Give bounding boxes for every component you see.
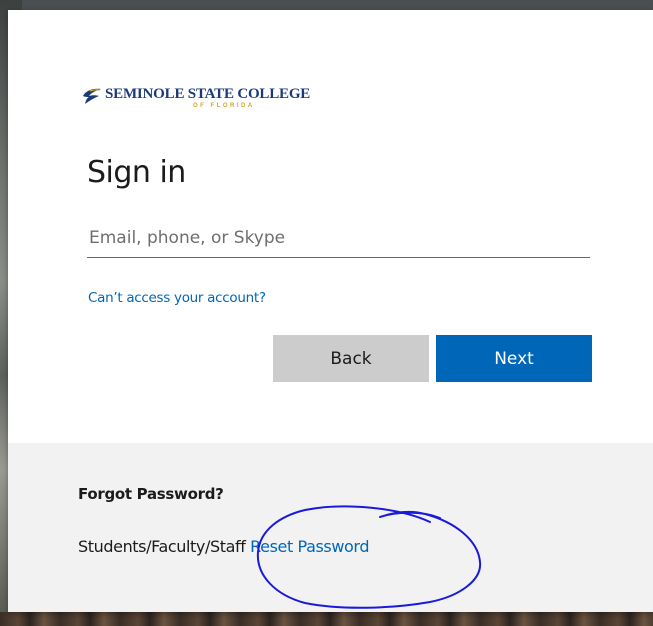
background-top-strip (0, 0, 653, 10)
college-logo: SEMINOLE STATE COLLEGE OF FLORIDA (82, 86, 310, 110)
back-button[interactable]: Back (273, 335, 429, 382)
page-title: Sign in (87, 155, 186, 190)
cant-access-account-link[interactable]: Can’t access your account? (88, 290, 266, 306)
background-bottom-strip (0, 612, 653, 626)
reset-password-line: Students/Faculty/Staff Reset Password (78, 537, 369, 556)
college-subname: OF FLORIDA (193, 103, 255, 109)
next-button[interactable]: Next (436, 335, 592, 382)
reset-prefix-text: Students/Faculty/Staff (78, 537, 251, 556)
card-footer (8, 443, 653, 612)
college-name: SEMINOLE STATE COLLEGE (105, 86, 311, 102)
email-input[interactable] (87, 218, 590, 258)
seminole-swoosh-icon (83, 88, 101, 104)
reset-password-link[interactable]: Reset Password (250, 537, 369, 556)
forgot-password-heading: Forgot Password? (78, 485, 224, 503)
